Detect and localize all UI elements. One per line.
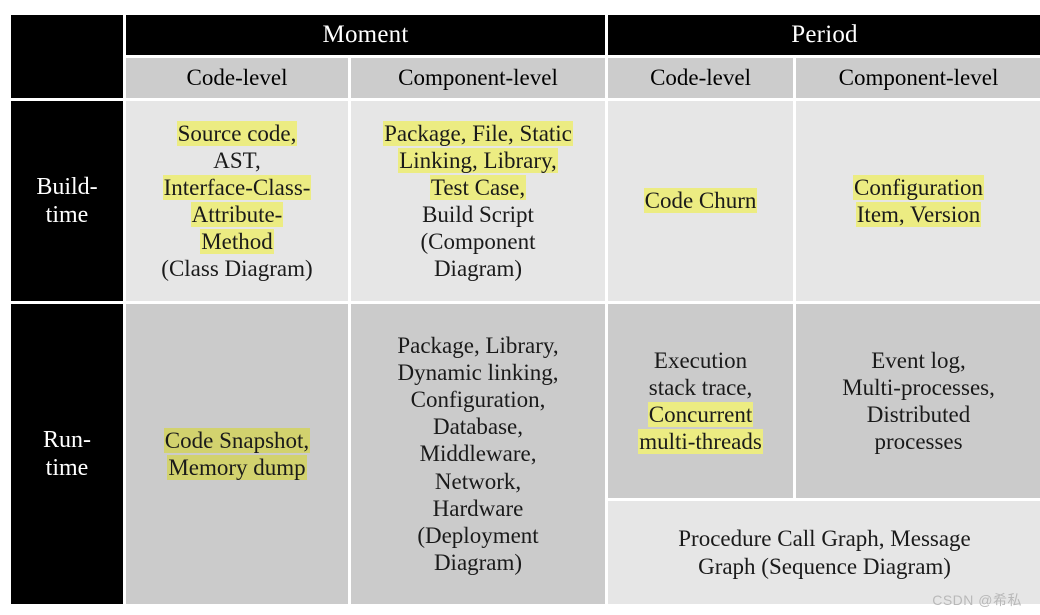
highlight-mark: Package, File, Static [383,120,573,146]
cell-build-time-moment-component-level: Package, File, Static Linking, Library, Te… [351,101,606,301]
cell-text-line: Package, Library, [397,332,559,358]
highlight-mark: Memory dump [167,455,307,480]
cell-run-time-moment-code-level: Code Snapshot, Memory dump [126,304,348,604]
cell-build-time-moment-component-level-content: Package, File, Static Linking, Library, Te… [351,114,605,289]
cell-text-line: (Class Diagram) [161,256,313,282]
row-stub-run-time-line2: time [45,455,89,481]
highlight-mark: Configuration [853,174,985,200]
sub-header-moment-component-level: Component-level [351,58,606,98]
cell-text-line: Procedure Call Graph, Message [678,526,971,552]
cell-run-time-moment-component-level-content: Package, Library, Dynamic linking, Configu… [351,326,605,582]
cell-text-line: Hardware [432,495,524,521]
sub-header-period-code-level: Code-level [608,58,794,98]
cell-text-line: Package, File, Static [359,120,597,147]
cell-run-time-period-merged-content: Procedure Call Graph, Message Graph (Sequ… [608,519,1040,585]
highlight-mark: Method [200,229,274,255]
cell-text-line: Execution [653,347,748,373]
cell-text-line: Distributed [866,402,971,427]
cell-text-line: Memory dump [134,454,340,481]
cell-text-line: multi-threads [616,428,785,455]
cell-build-time-moment-code-level: Source code, AST, Interface-Class- Attribut… [126,101,348,301]
row-stub-build-time-line1: Build- [36,173,98,200]
cell-text-line: Configuration, [410,387,546,413]
cell-run-time-period-component-level-content: Event log, Multi-processes, Distributed pro… [796,341,1040,462]
cell-text-line: Dynamic linking, [397,360,559,386]
cell-run-time-period-code-level: Execution stack trace, Concurrent multi-thr… [608,304,794,498]
table-header-row-sub: Code-level Component-level Code-level Co… [11,58,1040,98]
cell-text-line: (Component [420,229,536,255]
cell-text-line: Source code, [134,120,340,147]
row-stub-build-time: Build- time [11,101,123,301]
highlight-mark: Code Snapshot, [163,427,311,453]
cell-run-time-moment-code-level-content: Code Snapshot, Memory dump [126,421,348,487]
cell-text-line: (Deployment [417,522,539,548]
csdn-watermark: CSDN @希私 [932,592,1022,608]
highlight-mark: multi-threads [638,429,763,455]
table-row-build-time: Build- time Source code, AST, Interface-Cl… [11,101,1040,301]
cell-text-line: Graph (Sequence Diagram) [698,553,951,579]
group-header-moment: Moment [126,15,606,55]
highlight-mark: Item, Version [855,202,982,227]
highlight-mark: Source code, [176,120,298,146]
comparison-table-container: Moment Period Code-level Component-level… [8,12,1040,612]
cell-text-line: AST, [213,147,261,173]
sub-header-moment-code-level: Code-level [126,58,348,98]
cell-run-time-moment-component-level: Package, Library, Dynamic linking, Configu… [351,304,606,604]
artifact-classification-table: Moment Period Code-level Component-level… [8,12,1040,607]
cell-run-time-period-component-level: Event log, Multi-processes, Distributed pro… [796,304,1040,498]
cell-build-time-period-code-level: Code Churn [608,101,794,301]
cell-text-line: stack trace, [648,374,753,400]
cell-text-line: Code Snapshot, [134,427,340,454]
highlight-mark: Attribute- [190,202,284,227]
cell-text-line: Attribute- [134,201,340,228]
cell-run-time-period-merged: Procedure Call Graph, Message Graph (Sequ… [608,501,1040,604]
cell-text-line: Multi-processes, [842,374,995,400]
cell-text-line: Configuration [804,174,1033,201]
highlight-mark: Code Churn [643,188,758,214]
cell-text-line: Diagram) [433,549,523,575]
cell-text-line: Linking, Library, [359,147,597,174]
cell-text-line: Method [134,228,340,255]
highlight-mark: Interface-Class- [162,174,312,200]
cell-text-line: Interface-Class- [134,174,340,201]
highlight-mark: Test Case, [429,174,527,200]
row-stub-build-time-line2: time [45,202,89,228]
table-header-row-top: Moment Period [11,15,1040,98]
cell-text-line: processes [874,429,963,455]
row-stub-run-time: Run- time [11,304,123,604]
row-stub-run-time-line1: Run- [43,426,91,453]
group-header-period: Period [608,15,1040,55]
table-row-run-time: Run- time Code Snapshot, Memory dump Pack… [11,304,1040,604]
table-corner-cell [11,15,123,98]
cell-run-time-period-code-level-content: Execution stack trace, Concurrent multi-thr… [608,341,793,462]
cell-text-line: Middleware, [419,441,537,467]
cell-text-line: Database, [432,414,524,440]
highlight-mark: Concurrent [647,402,754,427]
cell-text-line: Concurrent [616,401,785,428]
cell-text-line: Code Churn [616,187,785,214]
cell-build-time-period-code-level-content: Code Churn [608,181,793,220]
cell-text-line: Event log, [871,347,966,373]
cell-text-line: Build Script [422,202,534,227]
cell-build-time-period-component-level: Configuration Item, Version [796,101,1040,301]
sub-header-period-component-level: Component-level [796,58,1040,98]
cell-text-line: Network, [434,468,522,494]
highlight-mark: Linking, Library, [398,147,558,173]
cell-text-line: Item, Version [804,201,1033,228]
cell-text-line: Test Case, [359,174,597,201]
cell-build-time-moment-code-level-content: Source code, AST, Interface-Class- Attribut… [126,114,348,289]
cell-text-line: Diagram) [433,256,523,282]
cell-build-time-period-component-level-content: Configuration Item, Version [796,168,1040,234]
